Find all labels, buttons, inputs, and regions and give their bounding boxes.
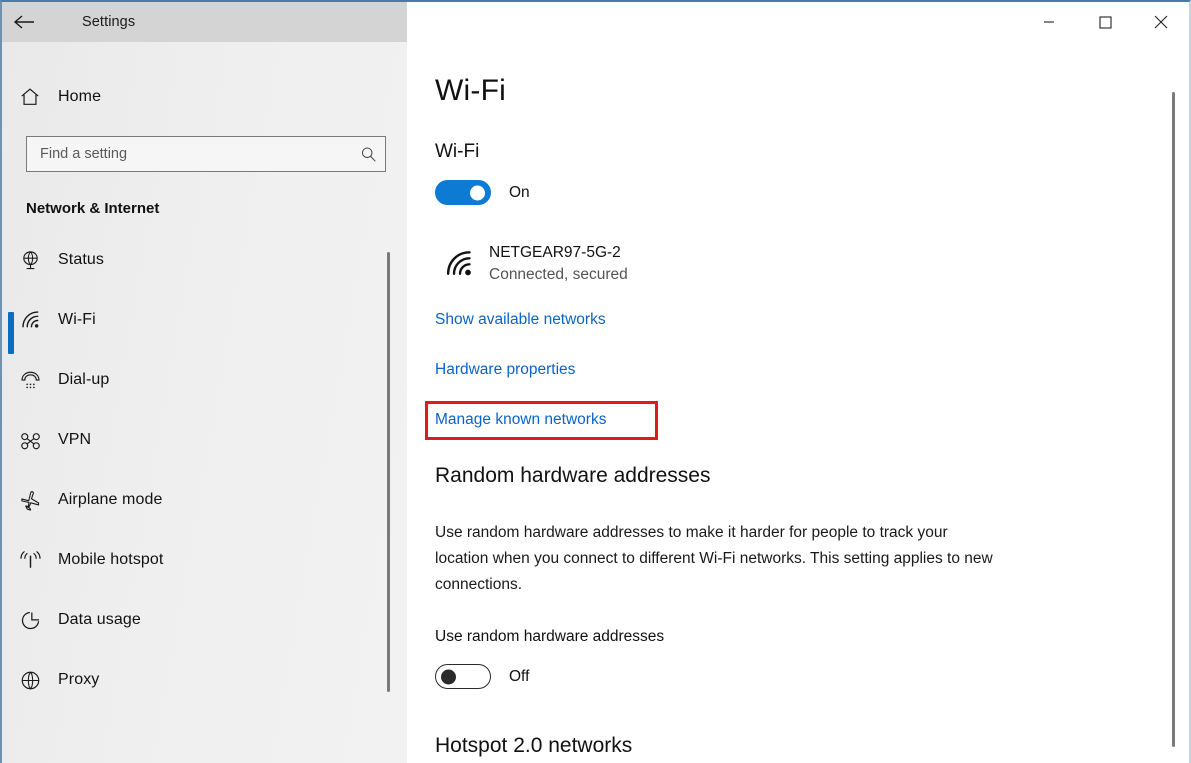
content-pane: Wi-Fi Wi-Fi On NETGEAR97-5G-2 Connected,… [407,42,1189,763]
airplane-icon [2,489,58,512]
title-bar: Settings [2,2,1189,42]
sidebar-item-dialup-label: Dial-up [58,371,110,388]
close-button[interactable] [1133,2,1189,42]
sidebar-item-vpn[interactable]: VPN [2,410,407,470]
title-bar-left-area: Settings [2,2,407,42]
minimize-button[interactable] [1021,2,1077,42]
wifi-toggle-knob [470,185,485,200]
sidebar-item-status[interactable]: Status [2,230,407,290]
minimize-icon [1043,16,1055,28]
wifi-toggle-switch[interactable] [435,180,491,205]
sidebar-nav-list: Status Wi-Fi Dial-up VPN Airplane mode M… [2,230,407,710]
wifi-signal-icon [435,249,483,279]
random-hardware-addresses-title: Random hardware addresses [435,464,711,487]
hotspot-icon [2,549,58,572]
connected-network-status: Connected, secured [489,266,628,283]
page-title: Wi-Fi [435,74,506,107]
hardware-properties-link[interactable]: Hardware properties [435,361,575,379]
close-icon [1154,15,1168,29]
sidebar-group-title: Network & Internet [26,200,160,217]
window-controls [1021,2,1189,42]
window-title: Settings [82,14,136,30]
sidebar-item-mobile-hotspot-label: Mobile hotspot [58,551,164,568]
sidebar-item-vpn-label: VPN [58,431,92,448]
sidebar-scrollbar[interactable] [387,252,390,692]
maximize-icon [1098,15,1112,29]
settings-window: Settings Home Find a setting Network & I… [0,0,1191,763]
globe-icon [2,249,58,272]
sidebar-item-mobile-hotspot[interactable]: Mobile hotspot [2,530,407,590]
wifi-icon [2,309,58,332]
sidebar-item-wifi[interactable]: Wi-Fi [2,290,407,350]
phone-handset-icon [2,369,58,392]
show-available-networks-link[interactable]: Show available networks [435,311,606,329]
back-button[interactable] [2,2,46,42]
search-input[interactable] [27,146,351,162]
manage-known-networks-link[interactable]: Manage known networks [435,411,606,429]
sidebar-item-proxy-label: Proxy [58,671,100,688]
search-icon[interactable] [351,146,385,163]
wifi-toggle-state: On [509,183,530,201]
random-hardware-addresses-description: Use random hardware addresses to make it… [435,524,993,593]
sidebar: Home Network & Internet [2,42,407,763]
random-hardware-addresses-toggle-row: Off [435,664,529,689]
search-box[interactable] [26,136,386,172]
sidebar-item-home[interactable]: Home [2,74,407,120]
back-arrow-icon [13,14,35,30]
pie-chart-icon [2,609,58,632]
connected-network-text: NETGEAR97-5G-2 Connected, secured [489,242,628,286]
random-hardware-addresses-switch[interactable] [435,664,491,689]
maximize-button[interactable] [1077,2,1133,42]
connected-network-name: NETGEAR97-5G-2 [489,244,621,261]
random-hardware-addresses-toggle-label: Use random hardware addresses [435,628,665,645]
wifi-section-label: Wi-Fi [435,141,480,162]
home-icon [2,86,58,108]
sidebar-item-data-usage[interactable]: Data usage [2,590,407,650]
sidebar-item-proxy[interactable]: Proxy [2,650,407,710]
vpn-key-icon [2,429,58,452]
content-scrollbar[interactable] [1172,92,1175,747]
sidebar-item-airplane-mode[interactable]: Airplane mode [2,470,407,530]
random-hardware-addresses-knob [441,669,456,684]
sidebar-item-status-label: Status [58,251,104,268]
sidebar-item-airplane-mode-label: Airplane mode [58,491,163,508]
sidebar-item-wifi-label: Wi-Fi [58,311,96,328]
sidebar-item-data-usage-label: Data usage [58,611,141,628]
globe-grid-icon [2,669,58,692]
random-hardware-addresses-state: Off [509,667,530,685]
sidebar-item-dialup[interactable]: Dial-up [2,350,407,410]
connected-network-row[interactable]: NETGEAR97-5G-2 Connected, secured [435,242,628,286]
sidebar-item-home-label: Home [58,88,102,105]
hotspot-networks-title: Hotspot 2.0 networks [435,734,633,757]
wifi-toggle-row: On [435,180,530,205]
